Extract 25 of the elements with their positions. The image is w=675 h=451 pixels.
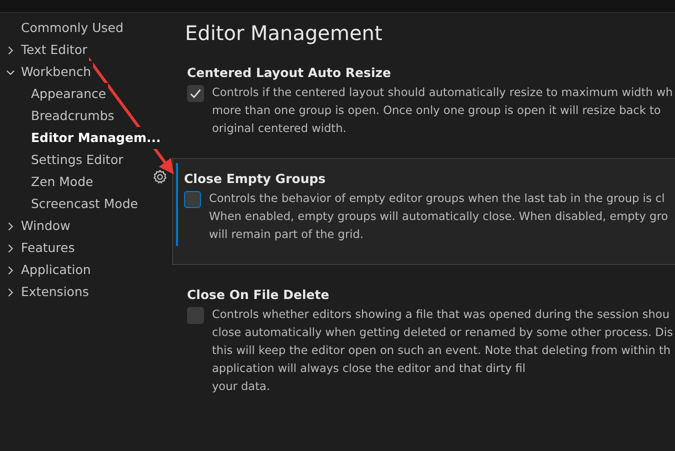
setting-title: Close Empty Groups	[184, 171, 327, 186]
chevron-down-icon	[6, 68, 15, 76]
gear-icon[interactable]	[152, 169, 168, 185]
setting-description: original centered width.	[212, 121, 348, 137]
setting-description: will remain part of the grid.	[209, 227, 364, 243]
chevron-right-icon	[6, 46, 15, 54]
checkbox[interactable]	[187, 85, 204, 102]
page-title: Editor Management	[184, 20, 384, 47]
setting-description: Controls if the centered layout should automatically resize to maximum width wh	[212, 85, 673, 101]
chevron-right-icon	[6, 222, 15, 230]
setting-description: Controls the behavior of empty editor groups when the last tab in the group is cl	[209, 191, 666, 207]
checkbox[interactable]	[184, 191, 201, 208]
setting-description: your data.	[212, 379, 272, 395]
setting-description: When enabled, empty groups will automatically close. When disabled, empty gro	[209, 209, 668, 225]
setting-description: this will keep the editor open on such an event. Note that deleting from within th	[212, 343, 672, 359]
setting-description: more than one group is open. Once only one group is open it will resize back to	[212, 103, 662, 119]
checkbox[interactable]	[187, 307, 204, 324]
setting-description: Controls whether editors showing a file that was opened during the session shou	[212, 307, 670, 323]
setting-description: close automatically when getting deleted or renamed by some other process. Dis	[212, 325, 673, 341]
chevron-right-icon	[6, 244, 15, 252]
chevron-right-icon	[6, 266, 15, 274]
chevron-right-icon	[6, 288, 15, 296]
setting-description: application will always close the editor and that dirty fil	[212, 361, 526, 377]
setting-title: Close On File Delete	[187, 287, 330, 302]
setting-title: Centered Layout Auto Resize	[187, 65, 392, 80]
